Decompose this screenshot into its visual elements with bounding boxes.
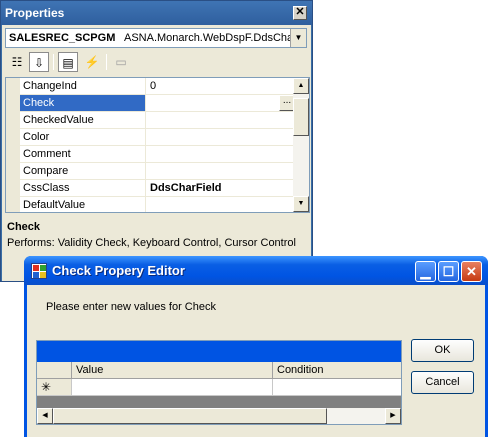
minimize-icon: ▁ [420,264,431,279]
close-icon: ✕ [466,264,477,279]
properties-window: Properties ✕ SALESREC_SCPGM ASNA.Monarch… [0,0,313,282]
scroll-thumb[interactable] [53,408,327,424]
property-pages-icon[interactable]: ▭ [111,52,131,72]
scroll-thumb[interactable] [293,98,309,136]
property-row[interactable]: DefaultValue [20,197,295,212]
value-cell[interactable] [72,379,273,396]
properties-icon[interactable]: ▤ [58,52,78,72]
property-name: CssClass [20,180,146,196]
property-value[interactable]: DdsCharField [147,180,295,196]
properties-body: SALESREC_SCPGM ASNA.Monarch.WebDspF.DdsC… [2,25,311,281]
scroll-up-icon[interactable]: ▲ [293,78,309,94]
ok-button[interactable]: OK [411,339,474,362]
scroll-right-icon[interactable]: ▶ [385,408,401,424]
vertical-scrollbar[interactable]: ▲ ▼ [293,78,309,212]
properties-toolbar: ☷ ⇩ ▤ ⚡ ▭ [5,51,307,73]
object-type: ASNA.Monarch.WebDspF.DdsChar [124,32,297,44]
property-name: CheckedValue [20,112,146,128]
property-value[interactable] [147,197,295,212]
property-value[interactable] [147,112,295,128]
property-grid: ChangeInd 0 Check ... CheckedValue Color… [5,77,310,213]
toolbar-separator [53,54,54,70]
minimize-button[interactable]: ▁ [415,261,436,282]
horizontal-scrollbar[interactable]: ◀ ▶ [37,408,401,424]
maximize-button[interactable]: ☐ [438,261,459,282]
chevron-down-icon[interactable]: ▼ [290,29,306,47]
property-row[interactable]: ChangeInd 0 [20,78,295,95]
grid-caption [37,341,401,362]
dialog-title: Check Propery Editor [52,263,185,278]
property-row[interactable]: CssClass DdsCharField [20,180,295,197]
row-header-corner [37,362,72,379]
maximize-icon: ☐ [442,264,455,279]
property-row[interactable]: Color [20,129,295,146]
column-header-value[interactable]: Value [72,362,273,379]
property-value[interactable] [147,163,295,179]
events-icon[interactable]: ⚡ [82,52,102,72]
properties-title: Properties [5,6,65,20]
toolbar-separator [106,54,107,70]
property-name: DefaultValue [20,197,146,212]
app-icon [31,263,47,279]
column-header-condition[interactable]: Condition [273,362,401,379]
cancel-button[interactable]: Cancel [411,371,474,394]
close-button[interactable]: ✕ [461,261,482,282]
dialog-prompt: Please enter new values for Check [46,301,216,313]
property-row[interactable]: CheckedValue [20,112,295,129]
description-text: Performs: Validity Check, Keyboard Contr… [7,237,296,249]
property-grid-gutter [6,78,20,212]
property-value[interactable]: 0 [147,78,295,94]
new-row[interactable]: ✳ [37,379,401,396]
categorized-icon[interactable]: ☷ [7,52,27,72]
dialog-body: Please enter new values for Check OK Can… [27,285,485,437]
object-selector[interactable]: SALESREC_SCPGM ASNA.Monarch.WebDspF.DdsC… [5,28,307,48]
property-name: ChangeInd [20,78,146,94]
property-value[interactable] [147,95,295,111]
object-name: SALESREC_SCPGM [9,32,116,44]
scroll-down-icon[interactable]: ▼ [293,196,309,212]
alphabetical-icon[interactable]: ⇩ [29,52,49,72]
condition-cell[interactable] [273,379,401,396]
property-row-selected[interactable]: Check ... [20,95,295,112]
dialog-titlebar[interactable]: Check Propery Editor ▁ ☐ ✕ [24,256,488,285]
check-property-editor-dialog: Check Propery Editor ▁ ☐ ✕ Please enter … [24,256,488,437]
properties-titlebar[interactable]: Properties ✕ [1,1,312,25]
grid-header: Value Condition [37,362,401,379]
property-row[interactable]: Comment [20,146,295,163]
new-row-icon: ✳ [37,379,72,396]
property-name: Compare [20,163,146,179]
property-name: Check [20,95,146,111]
scroll-left-icon[interactable]: ◀ [37,408,53,424]
property-name: Comment [20,146,146,162]
property-value[interactable] [147,146,295,162]
property-value[interactable] [147,129,295,145]
description-title: Check [7,221,41,233]
property-name: Color [20,129,146,145]
property-row[interactable]: Compare [20,163,295,180]
values-grid: Value Condition ✳ ◀ ▶ [36,340,402,425]
close-icon[interactable]: ✕ [293,6,307,20]
